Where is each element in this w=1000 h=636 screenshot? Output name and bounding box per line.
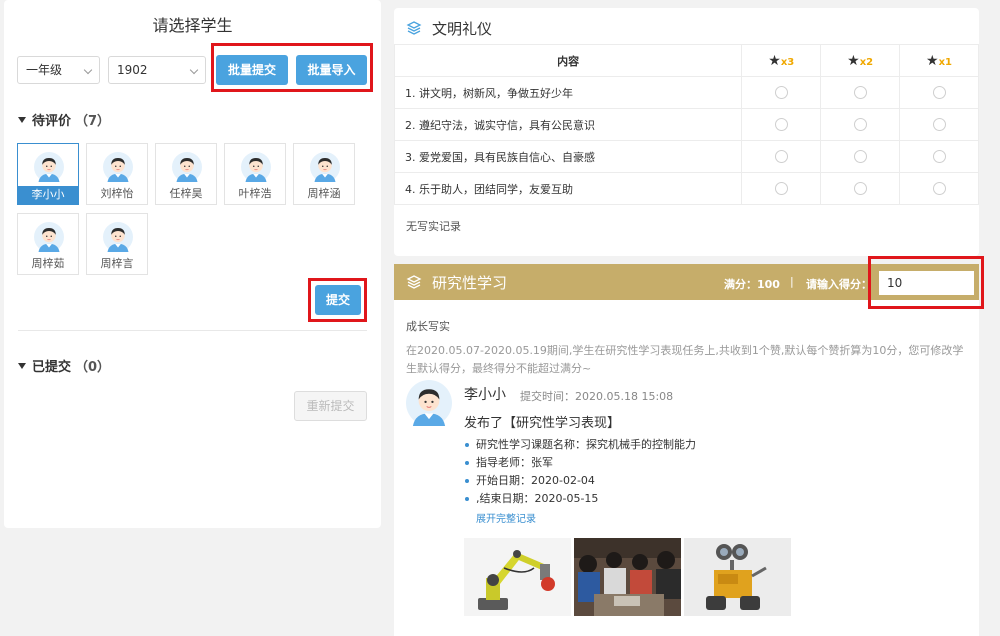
table-row: 1. 讲文明，树新风，争做五好少年 bbox=[393, 76, 979, 109]
rating-radio[interactable] bbox=[853, 86, 867, 100]
highlight-box bbox=[211, 43, 373, 92]
student-name: 周梓涵 bbox=[307, 187, 341, 200]
layers-icon bbox=[406, 20, 422, 36]
description-text: 在2020.05.07-2020.05.19期间,学生在研究性学习表现任务上,共… bbox=[406, 344, 964, 375]
rating-radio[interactable] bbox=[932, 182, 946, 196]
research-title: 研究性学习 bbox=[432, 274, 508, 292]
rating-radio[interactable] bbox=[774, 150, 788, 164]
rating-radio[interactable] bbox=[774, 118, 788, 132]
star-icon: ★ bbox=[926, 52, 939, 69]
table-row: 3. 爱党爱国，具有民族自信心、自豪感 bbox=[393, 140, 979, 173]
star-icon: ★ bbox=[847, 52, 860, 69]
table-row: 2. 遵纪守法，诚实守信，具有公民意识 bbox=[393, 108, 979, 141]
content-header: 内容 bbox=[393, 44, 743, 77]
student-avatar-icon bbox=[103, 152, 133, 182]
growth-label: 成长写实 bbox=[406, 320, 450, 333]
students-photo[interactable] bbox=[574, 538, 681, 616]
layers-icon bbox=[406, 274, 422, 290]
student-avatar-icon bbox=[310, 152, 340, 182]
list-item: 指导老师：张军 bbox=[464, 454, 696, 472]
class-select[interactable]: 1902 bbox=[108, 56, 206, 84]
star-header: ★x3 bbox=[741, 44, 822, 77]
posted-text: 发布了【研究性学习表现】 bbox=[464, 416, 621, 431]
full-score: 满分：100 bbox=[724, 278, 780, 291]
rating-radio[interactable] bbox=[853, 118, 867, 132]
criterion-text: 1. 讲文明，树新风，争做五好少年 bbox=[393, 76, 743, 109]
rating-radio[interactable] bbox=[932, 150, 946, 164]
rating-radio[interactable] bbox=[932, 86, 946, 100]
grade-select[interactable]: 一年级 bbox=[17, 56, 100, 84]
list-item: 研究性学习课题名称：探究机械手的控制能力 bbox=[464, 436, 696, 454]
student-card[interactable]: 叶梓浩 bbox=[224, 143, 286, 205]
research-card: 研究性学习 满分：100 | 请输入得分： 成长写实 在2020.05.07-2… bbox=[394, 264, 979, 636]
chevron-down-icon bbox=[189, 65, 199, 75]
student-avatar-icon bbox=[241, 152, 271, 182]
rating-radio[interactable] bbox=[774, 86, 788, 100]
highlight-box bbox=[868, 256, 984, 309]
robot-arm-photo[interactable] bbox=[464, 538, 571, 616]
student-name: 任梓昊 bbox=[169, 187, 203, 200]
class-select-value: 1902 bbox=[117, 63, 148, 77]
list-item: ,结束日期：2020-05-15 bbox=[464, 490, 696, 508]
student-name: 周梓言 bbox=[100, 257, 134, 270]
student-card[interactable]: 周梓涵 bbox=[293, 143, 355, 205]
criterion-text: 3. 爱党爱国，具有民族自信心、自豪感 bbox=[393, 140, 743, 173]
rating-radio[interactable] bbox=[853, 150, 867, 164]
etiquette-card: 文明礼仪 内容 ★x3 ★x2 ★x1 1. 讲文明，树新风，争做五好少年 2.… bbox=[393, 8, 979, 256]
criterion-text: 2. 遵纪守法，诚实守信，具有公民意识 bbox=[393, 108, 743, 141]
caret-down-icon bbox=[18, 363, 26, 369]
expand-record-link[interactable]: 展开完整记录 bbox=[476, 510, 536, 525]
evaluation-table: 内容 ★x3 ★x2 ★x1 1. 讲文明，树新风，争做五好少年 2. 遵纪守法… bbox=[393, 44, 979, 205]
highlight-box bbox=[308, 278, 367, 322]
separator: | bbox=[790, 275, 794, 288]
rating-radio[interactable] bbox=[774, 182, 788, 196]
student-avatar-icon bbox=[172, 152, 202, 182]
table-header-row: 内容 ★x3 ★x2 ★x1 bbox=[393, 44, 979, 77]
submitted-count: （0） bbox=[75, 360, 111, 375]
star-header: ★x1 bbox=[899, 44, 979, 77]
toy-robot-photo[interactable] bbox=[684, 538, 791, 616]
criterion-text: 4. 乐于助人，团结同学，友爱互助 bbox=[393, 172, 743, 205]
no-record-text: 无写实记录 bbox=[406, 220, 461, 233]
panel-title: 请选择学生 bbox=[152, 16, 233, 35]
project-info-list: 研究性学习课题名称：探究机械手的控制能力 指导老师：张军 开始日期：2020-0… bbox=[464, 436, 696, 508]
star-header: ★x2 bbox=[820, 44, 901, 77]
student-card[interactable]: 刘梓怡 bbox=[86, 143, 148, 205]
table-row: 4. 乐于助人，团结同学，友爱互助 bbox=[393, 172, 979, 205]
grade-select-value: 一年级 bbox=[26, 63, 63, 77]
student-name: 刘梓怡 bbox=[100, 187, 134, 200]
submit-time: 提交时间：2020.05.18 15:08 bbox=[520, 390, 674, 403]
caret-down-icon bbox=[18, 117, 26, 123]
resubmit-button[interactable]: 重新提交 bbox=[294, 391, 367, 421]
pending-label: 待评价 bbox=[32, 114, 72, 129]
pending-count: （7） bbox=[75, 114, 111, 129]
student-avatar-icon bbox=[103, 222, 133, 252]
student-card[interactable]: 李小小 bbox=[17, 143, 79, 205]
score-prompt: 请输入得分： bbox=[806, 278, 872, 291]
list-item: 开始日期：2020-02-04 bbox=[464, 472, 696, 490]
star-icon: ★ bbox=[768, 52, 781, 69]
divider bbox=[18, 330, 367, 331]
rating-radio[interactable] bbox=[853, 182, 867, 196]
student-avatar-icon bbox=[34, 152, 64, 182]
student-card[interactable]: 周梓言 bbox=[86, 213, 148, 275]
submitted-section-header[interactable]: 已提交 （0） bbox=[18, 356, 110, 375]
student-card[interactable]: 周梓茹 bbox=[17, 213, 79, 275]
user-avatar-icon bbox=[406, 380, 452, 426]
student-name: 叶梓浩 bbox=[238, 187, 272, 200]
student-avatar-icon bbox=[34, 222, 64, 252]
student-name: 周梓茹 bbox=[31, 257, 65, 270]
pending-section-header[interactable]: 待评价 （7） bbox=[18, 110, 110, 129]
student-card[interactable]: 任梓昊 bbox=[155, 143, 217, 205]
student-selector-panel: 请选择学生 一年级 1902 批量提交 批量导入 待评价 （7） 李小小 刘梓怡 … bbox=[4, 0, 381, 528]
user-name: 李小小 bbox=[464, 387, 506, 403]
submitted-label: 已提交 bbox=[32, 360, 72, 375]
rating-radio[interactable] bbox=[932, 118, 946, 132]
student-name: 李小小 bbox=[18, 186, 78, 204]
etiquette-title: 文明礼仪 bbox=[432, 20, 493, 38]
chevron-down-icon bbox=[83, 65, 93, 75]
